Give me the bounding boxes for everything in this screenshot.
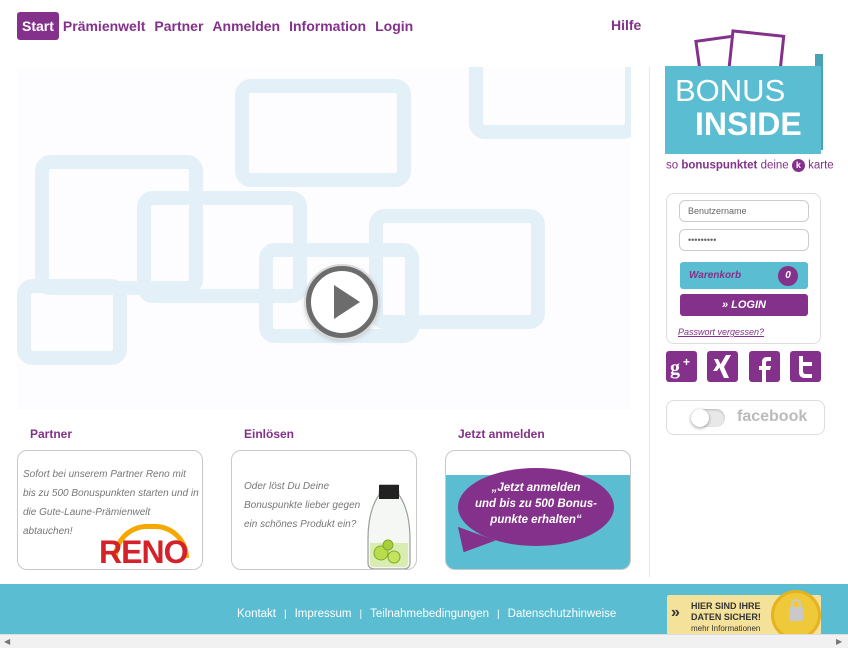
main-nav: Start Prämienwelt Partner Anmelden Infor… [17, 11, 422, 41]
nav-help[interactable]: Hilfe [611, 17, 641, 33]
teaser-title-anmelden: Jetzt anmelden [458, 427, 545, 441]
lock-icon [789, 599, 803, 621]
svg-text:+: + [683, 355, 690, 369]
scroll-right-icon[interactable]: ▶ [836, 637, 842, 646]
play-icon[interactable] [306, 266, 378, 338]
toggle-knob [691, 409, 709, 427]
footer-separator: | [284, 609, 287, 620]
teaser-card-einloesen[interactable]: Oder löst Du Deine Bonuspunkte lieber ge… [231, 450, 417, 570]
security-heading: HIER SIND IHRE DATEN SICHER! [691, 601, 761, 623]
tagline-post: karte [804, 159, 834, 172]
facebook-toggle-label: facebook [737, 408, 808, 425]
column-divider [649, 67, 650, 577]
data-security-badge[interactable]: » HIER SIND IHRE DATEN SICHER! mehr Infor… [667, 590, 821, 640]
teaser-text-einloesen: Oder löst Du Deine Bonuspunkte lieber ge… [244, 481, 361, 530]
page: Start Prämienwelt Partner Anmelden Infor… [0, 0, 848, 648]
footer-link-datenschutz[interactable]: Datenschutzhinweise [508, 608, 617, 620]
nav-praemienwelt[interactable]: Prämienwelt [63, 18, 145, 34]
teaser-card-partner[interactable]: Sofort bei unserem Partner Reno mit bis … [17, 450, 203, 570]
footer-link-teilnahmebedingungen[interactable]: Teilnahmebedingungen [370, 608, 489, 620]
speech-bubble-text: „Jetzt anmelden und bis zu 500 Bonus- pu… [474, 482, 598, 526]
twitter-icon[interactable] [790, 351, 821, 382]
forgot-password-link[interactable]: Passwort vergessen? [678, 327, 764, 337]
k-icon: k [791, 159, 805, 172]
security-line2: DATEN SICHER! [691, 612, 761, 622]
username-field[interactable]: Benutzername [679, 200, 809, 222]
decorative-frame [235, 79, 411, 187]
security-more-link[interactable]: mehr Informationen [691, 624, 760, 633]
facebook-toggle-box: facebook [666, 400, 825, 435]
teaser-title-partner: Partner [30, 427, 73, 441]
logo-text-inside: INSIDE [695, 106, 802, 142]
nav-information[interactable]: Information [289, 18, 366, 34]
footer-link-impressum[interactable]: Impressum [295, 608, 352, 620]
logo-tagline: so bonuspunktet deine k karte [666, 159, 834, 172]
security-seal [771, 590, 821, 640]
decorative-frame [469, 67, 631, 139]
scroll-left-icon[interactable]: ◀ [4, 637, 10, 646]
tagline-bold: bonuspunktet [681, 159, 758, 172]
horizontal-scrollbar[interactable]: ◀ ▶ [0, 634, 848, 648]
bonus-inside-logo[interactable]: BONUS INSIDE so bonuspunktet deine k kar… [665, 29, 834, 177]
password-field[interactable]: ••••••••• [679, 229, 809, 251]
footer-link-kontakt[interactable]: Kontakt [237, 608, 276, 620]
nav-start[interactable]: Start [17, 12, 59, 40]
decorative-frame [369, 209, 545, 329]
facebook-toggle-switch[interactable] [691, 409, 725, 427]
hero-video[interactable] [17, 67, 631, 410]
tagline-pre: so [666, 159, 682, 172]
nav-anmelden[interactable]: Anmelden [212, 18, 280, 34]
reno-logo-text: RENO [99, 534, 188, 570]
google-plus-icon[interactable]: g + [666, 351, 697, 382]
xing-icon[interactable] [707, 351, 738, 382]
double-chevron-icon: » [671, 604, 680, 621]
login-box: Benutzername ••••••••• Warenkorb 0 » LOG… [666, 193, 821, 344]
logo-text-bonus: BONUS [675, 73, 786, 108]
nav-partner[interactable]: Partner [154, 18, 203, 34]
facebook-icon[interactable] [749, 351, 780, 382]
teaser-card-anmelden[interactable]: „Jetzt anmelden und bis zu 500 Bonus- pu… [445, 450, 631, 570]
footer-links: Kontakt | Impressum | Teilnahmebedingungen | D… [237, 608, 616, 620]
footer-separator: | [497, 609, 500, 620]
login-button[interactable]: » LOGIN [680, 294, 808, 316]
nav-login[interactable]: Login [375, 18, 413, 34]
cart-label: Warenkorb [689, 270, 742, 281]
reno-logo: RENO [99, 524, 202, 570]
decorative-frame [17, 279, 127, 365]
footer: Kontakt | Impressum | Teilnahmebedingungen | D… [0, 584, 848, 640]
svg-text:g: g [670, 357, 680, 379]
cart-count-badge: 0 [778, 266, 798, 286]
teaser-title-einloesen: Einlösen [244, 427, 295, 441]
security-line1: HIER SIND IHRE [691, 601, 761, 611]
carafe-image [367, 484, 411, 569]
cart-button[interactable]: Warenkorb 0 [680, 262, 808, 289]
tagline-mid: deine [757, 159, 792, 172]
footer-separator: | [359, 609, 363, 620]
